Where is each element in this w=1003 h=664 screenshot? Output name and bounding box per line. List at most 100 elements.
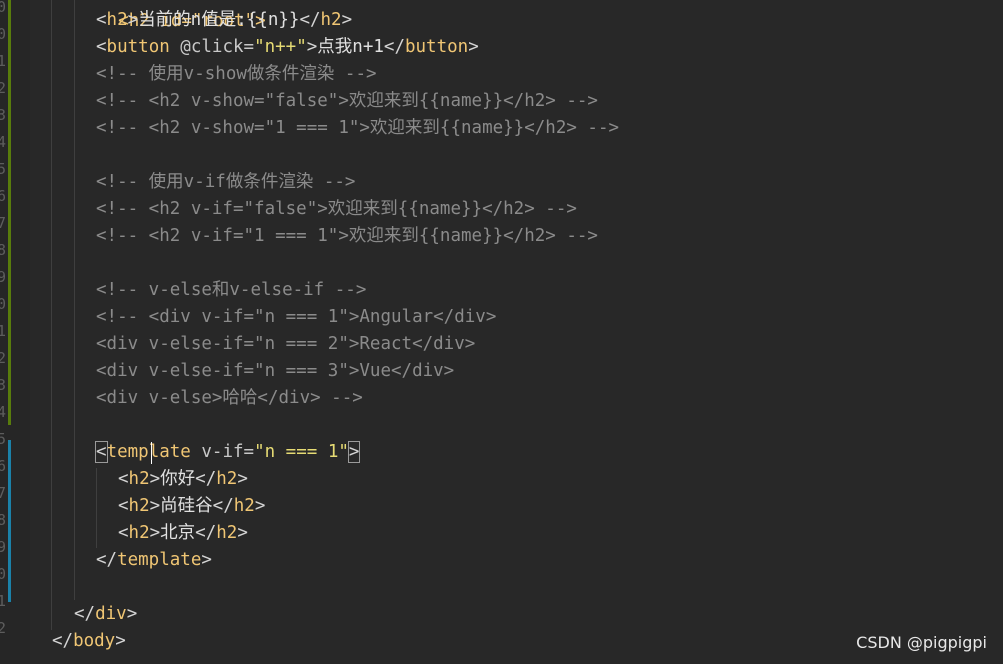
code-token: >	[149, 496, 161, 516]
code-line: </body>	[52, 628, 126, 655]
line-number: 2	[0, 79, 6, 97]
line-number: 5	[0, 160, 6, 178]
code-token: <	[118, 496, 129, 516]
code-token: h2	[216, 523, 238, 543]
watermark: CSDN @pigpigpi	[856, 633, 987, 652]
code-token: <	[96, 37, 107, 57]
line-number: 2	[0, 619, 6, 637]
code-token: >	[126, 604, 138, 624]
code-comment-line: <!-- <h2 v-show="1 === 1">欢迎来到{{name}}</…	[96, 118, 620, 138]
code-token: 当前的n值是:{{n}}	[138, 10, 300, 30]
line-number: 8	[0, 241, 6, 259]
line-number: 4	[0, 133, 6, 151]
indent-guide	[96, 468, 97, 548]
code-token: >	[347, 441, 361, 463]
code-token: <	[118, 469, 129, 489]
line-number: 9	[0, 538, 6, 556]
git-modified-indicator	[8, 0, 11, 425]
code-token: h2	[233, 496, 255, 516]
line-number: 0	[0, 295, 6, 313]
line-number: 0	[0, 0, 6, 16]
code-line: <template v-if="n === 1">	[95, 439, 361, 466]
code-token: h2	[320, 10, 342, 30]
code-comment-line: <!-- <h2 v-if="false">欢迎来到{{name}}</h2> …	[96, 199, 577, 219]
code-comment-line: <!-- 使用v-show做条件渲染 -->	[96, 64, 377, 84]
code-token: template	[106, 442, 191, 462]
code-token: 你好	[160, 469, 196, 489]
line-number: 3	[0, 376, 6, 394]
line-number-gutter: 0 0 1 2 3 4 5 6 7 8 9 0 1 2 3 4 5 6 7 8 …	[0, 0, 30, 664]
code-token: button	[404, 37, 469, 57]
line-number: 6	[0, 457, 6, 475]
line-number: 9	[0, 268, 6, 286]
code-token: >	[149, 523, 161, 543]
code-token: >	[237, 469, 248, 489]
line-number: 4	[0, 403, 6, 421]
code-token: </	[96, 550, 118, 570]
code-comment-line: <!-- <h2 v-if="1 === 1">欢迎来到{{name}}</h2…	[96, 226, 598, 246]
text-cursor	[151, 442, 152, 464]
code-line: <h2>尚硅谷</h2>	[118, 493, 265, 520]
code-token: >	[306, 37, 318, 57]
code-token: </	[195, 469, 217, 489]
code-token: template	[117, 550, 202, 570]
code-line: </template>	[96, 547, 212, 574]
code-line: </div>	[74, 601, 137, 628]
line-number: 7	[0, 484, 6, 502]
code-token: </	[195, 523, 217, 543]
code-line: <button @click="n++">点我n+1</button>	[96, 34, 479, 61]
code-token: </	[383, 37, 405, 57]
code-comment-line: <div v-else-if="n === 2">React</div>	[96, 334, 476, 354]
code-token: </	[212, 496, 234, 516]
line-number: 1	[0, 322, 6, 340]
code-token: h2	[216, 469, 238, 489]
indent-guide	[51, 0, 52, 630]
code-token: h2	[128, 523, 150, 543]
code-token: h2	[128, 469, 150, 489]
code-token: 北京	[160, 523, 196, 543]
line-number: 5	[0, 430, 6, 448]
code-comment-line: <!-- <div v-if="n === 1">Angular</div>	[96, 307, 497, 327]
code-token: <	[118, 523, 129, 543]
code-token: h2	[106, 10, 128, 30]
code-comment-line: <div v-else-if="n === 3">Vue</div>	[96, 361, 455, 381]
code-token: >	[237, 523, 248, 543]
code-token: body	[73, 631, 116, 651]
git-added-indicator	[8, 440, 11, 602]
code-token: button	[106, 37, 170, 57]
line-number: 1	[0, 592, 6, 610]
code-comment-line: <!-- 使用v-if做条件渲染 -->	[96, 172, 356, 192]
code-token: h2	[128, 496, 150, 516]
code-token: div	[95, 604, 127, 624]
code-token: </	[299, 10, 321, 30]
code-comment-line: <!-- <h2 v-show="false">欢迎来到{{name}}</h2…	[96, 91, 598, 111]
code-token: "n === 1"	[254, 442, 349, 462]
indent-guide	[74, 0, 75, 600]
line-number: 0	[0, 25, 6, 43]
code-token: 尚硅谷	[160, 496, 213, 516]
line-number: 7	[0, 214, 6, 232]
line-number: 6	[0, 187, 6, 205]
code-token: @click=	[169, 37, 255, 57]
code-token: "n++"	[254, 37, 307, 57]
code-token: >	[254, 496, 266, 516]
line-number: 8	[0, 511, 6, 529]
code-token: v-if=	[190, 442, 255, 462]
line-number: 3	[0, 106, 6, 124]
code-token: >	[149, 469, 161, 489]
code-comment-line: <div v-else>哈哈</div> -->	[96, 388, 363, 408]
line-number: 1	[0, 52, 6, 70]
line-number: 2	[0, 349, 6, 367]
code-line: <h2>北京</h2>	[118, 520, 248, 547]
code-token: >	[127, 10, 139, 30]
code-token: <	[95, 441, 108, 463]
code-token: >	[341, 10, 353, 30]
code-line: <h2>当前的n值是:{{n}}</h2>	[96, 7, 352, 34]
code-token: >	[468, 37, 479, 57]
code-token: 点我n+1	[317, 37, 384, 57]
code-line: <h2>你好</h2>	[118, 466, 248, 493]
code-token: </	[52, 631, 74, 651]
code-token: <	[96, 10, 107, 30]
code-token: >	[201, 550, 212, 570]
line-number: 0	[0, 565, 6, 583]
